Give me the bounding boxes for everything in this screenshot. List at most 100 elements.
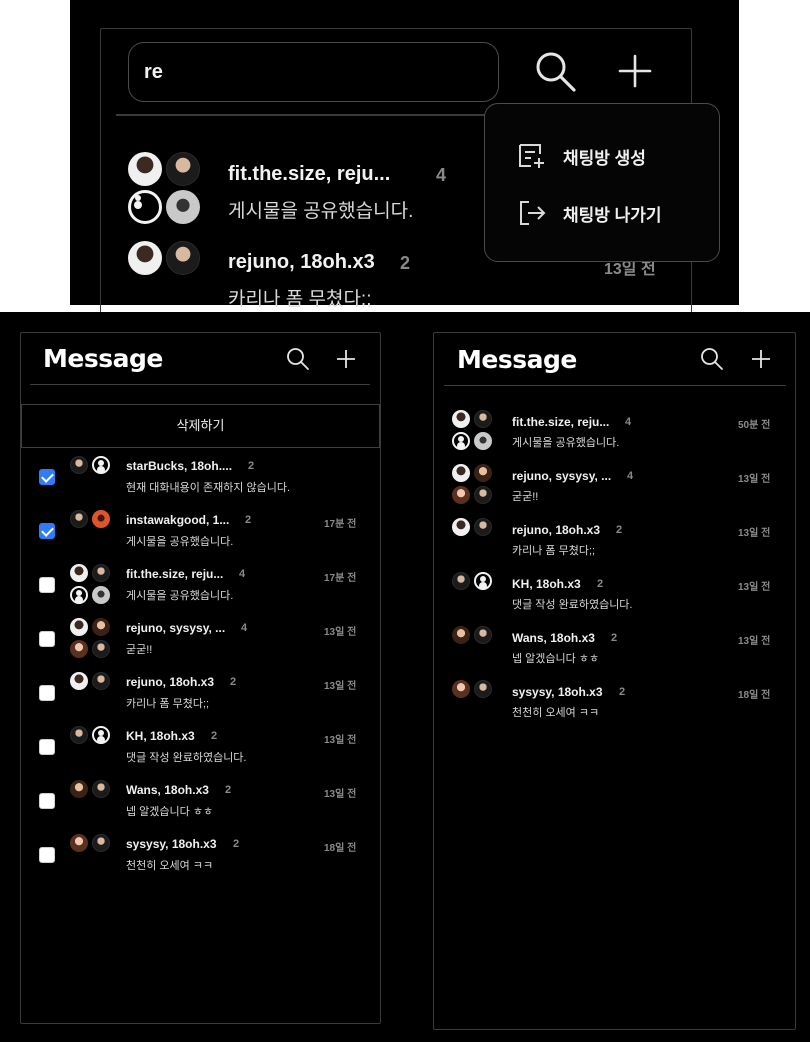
last-message: 게시물을 공유했습니다. — [126, 590, 234, 602]
chat-room-name: rejuno, 18oh.x3 — [126, 675, 215, 689]
chat-row[interactable]: sysysy, 18oh.x3 2 천천히 오세여 ㅋㅋ 18일 전 — [22, 834, 378, 888]
row-checkbox[interactable] — [39, 739, 55, 755]
chat-room-name: rejuno, sysysy, ... — [512, 469, 612, 483]
avatar — [452, 464, 470, 482]
avatar — [92, 672, 110, 690]
avatar — [70, 672, 88, 690]
avatar — [474, 410, 492, 428]
member-count: 2 — [597, 578, 604, 590]
row-checkbox[interactable] — [39, 523, 55, 539]
delete-button-label: 삭제하기 — [176, 418, 225, 433]
chat-room-name: Wans, 18oh.x3 — [126, 783, 209, 797]
avatar — [474, 486, 492, 504]
avatar — [166, 190, 200, 224]
member-count: 4 — [436, 165, 447, 185]
row-checkbox[interactable] — [39, 685, 55, 701]
chat-row[interactable]: rejuno, 18oh.x3 2 카리나 폼 무쳤다;; 13일 전 — [450, 518, 780, 572]
avatar — [452, 518, 470, 536]
chat-row[interactable]: rejuno, 18oh.x3 2 카리나 폼 무쳤다;; 13일 전 — [22, 672, 378, 726]
default-avatar-icon — [92, 456, 110, 474]
member-count: 2 — [611, 632, 618, 644]
chat-row[interactable]: starBucks, 18oh.... 2 현재 대화내용이 존재하지 않습니다. — [22, 456, 378, 510]
add-chat-button[interactable] — [751, 349, 771, 374]
chat-row[interactable]: fit.the.size, reju... 4 게시물을 공유했습니다. 50분 전 — [450, 410, 780, 464]
timestamp: 13일 전 — [324, 789, 357, 800]
default-avatar-icon — [452, 432, 470, 450]
search-button[interactable] — [534, 50, 578, 99]
menu-item-leave-chat[interactable]: 채팅방 나가기 — [517, 199, 662, 227]
avatar — [70, 510, 88, 528]
chat-room-name: starBucks, 18oh.... — [126, 459, 233, 473]
timestamp: 18일 전 — [324, 843, 357, 854]
avatar — [474, 680, 492, 698]
avatar — [70, 640, 88, 658]
member-count: 2 — [248, 460, 255, 472]
chat-row[interactable]: fit.the.size, reju... 4 게시물을 공유했습니다. 17분 전 — [22, 564, 378, 618]
search-icon — [287, 348, 309, 370]
avatar — [70, 456, 88, 474]
plus-icon — [752, 350, 770, 368]
add-chat-button[interactable] — [336, 349, 356, 374]
row-checkbox[interactable] — [39, 847, 55, 863]
avatar — [70, 780, 88, 798]
chat-row[interactable]: rejuno, sysysy, ... 4 굳굳!! 13일 전 — [450, 464, 780, 518]
last-message: 카리나 폼 무쳤다;; — [126, 698, 210, 710]
last-message: 넵 알겠습니다 ㅎㅎ — [126, 806, 214, 818]
chat-room-name: rejuno, sysysy, ... — [126, 621, 226, 635]
chat-row[interactable]: sysysy, 18oh.x3 2 천천히 오세여 ㅋㅋ 18일 전 — [450, 680, 780, 734]
page-title: Message — [457, 345, 577, 374]
avatar — [166, 241, 200, 275]
member-count: 2 — [225, 784, 232, 796]
avatar — [70, 726, 88, 744]
last-message: 굳굳!! — [126, 644, 153, 656]
avatar — [92, 640, 110, 658]
row-checkbox[interactable] — [39, 577, 55, 593]
exit-icon — [520, 201, 546, 225]
chat-room-name: fit.the.size, reju... — [228, 163, 391, 185]
row-checkbox[interactable] — [39, 469, 55, 485]
avatar — [474, 432, 492, 450]
avatar — [452, 626, 470, 644]
member-count: 4 — [241, 622, 248, 634]
last-message: 게시물을 공유했습니다. — [126, 536, 234, 548]
avatar — [452, 486, 470, 504]
chat-row[interactable]: Wans, 18oh.x3 2 넵 알겠습니다 ㅎㅎ 13일 전 — [450, 626, 780, 680]
member-count: 2 — [619, 686, 626, 698]
chat-room-name: KH, 18oh.x3 — [126, 729, 195, 743]
timestamp: 13일 전 — [738, 636, 771, 647]
avatar — [166, 152, 200, 186]
timestamp: 50분 전 — [738, 420, 771, 431]
chat-room-name: Wans, 18oh.x3 — [512, 631, 595, 645]
delete-button[interactable]: 삭제하기 — [21, 404, 380, 448]
chat-row[interactable]: rejuno, sysysy, ... 4 굳굳!! 13일 전 — [22, 618, 378, 672]
row-checkbox[interactable] — [39, 793, 55, 809]
chat-options-menu: 채팅방 생성 채팅방 나가기 — [484, 103, 720, 262]
search-input[interactable] — [128, 42, 499, 102]
menu-item-create-chat[interactable]: 채팅방 생성 — [517, 142, 646, 170]
plus-icon — [337, 350, 355, 368]
last-message: 게시물을 공유했습니다. — [512, 437, 620, 449]
search-button[interactable] — [700, 347, 724, 376]
avatar — [70, 618, 88, 636]
member-count: 2 — [233, 838, 240, 850]
chat-row[interactable]: KH, 18oh.x3 2 댓글 작성 완료하였습니다. 13일 전 — [450, 572, 780, 626]
last-message: 천천히 오세여 ㅋㅋ — [512, 707, 600, 719]
avatar — [92, 510, 110, 528]
chat-row[interactable]: KH, 18oh.x3 2 댓글 작성 완료하였습니다. 13일 전 — [22, 726, 378, 780]
default-avatar-icon — [474, 572, 492, 590]
avatar — [92, 564, 110, 582]
last-message: 게시물을 공유했습니다. — [228, 201, 414, 222]
avatar — [92, 618, 110, 636]
add-chat-button[interactable] — [618, 54, 652, 93]
timestamp: 13일 전 — [738, 528, 771, 539]
avatar — [474, 518, 492, 536]
timestamp: 13일 전 — [738, 474, 771, 485]
timestamp: 13일 전 — [738, 582, 771, 593]
chat-row[interactable]: instawakgood, 1... 2 게시물을 공유했습니다. 17분 전 — [22, 510, 378, 564]
chat-room-name: instawakgood, 1... — [126, 513, 230, 527]
search-button[interactable] — [286, 347, 310, 376]
row-checkbox[interactable] — [39, 631, 55, 647]
chat-row[interactable]: Wans, 18oh.x3 2 넵 알겠습니다 ㅎㅎ 13일 전 — [22, 780, 378, 834]
chat-room-name: fit.the.size, reju... — [512, 415, 610, 429]
member-count: 4 — [625, 416, 632, 428]
